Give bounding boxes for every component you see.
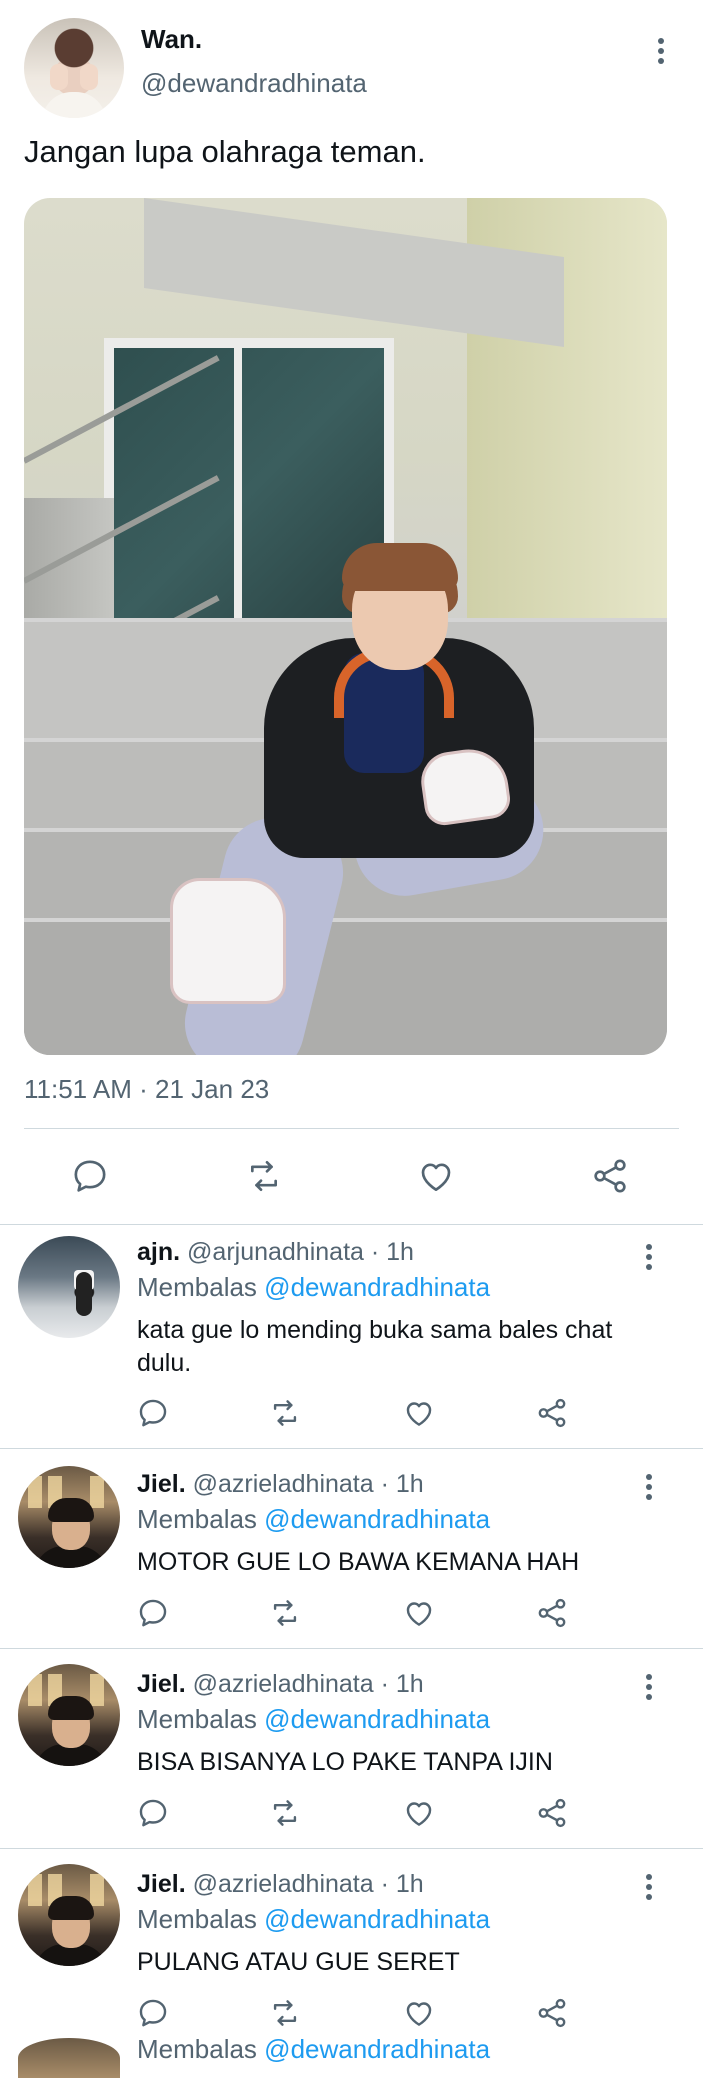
avatar-hand-right (80, 64, 98, 90)
mention-link[interactable]: @dewandradhinata (264, 1272, 490, 1302)
reply-avatar[interactable] (18, 1664, 120, 1766)
replying-to: Membalas @dewandradhinata (137, 2034, 490, 2065)
reply-author[interactable]: Jiel. @azrieladhinata · 1h (137, 1670, 424, 1699)
reply-avatar[interactable] (18, 2038, 120, 2078)
main-tweet: Wan. @dewandradhinata Jangan lupa olahra… (0, 0, 703, 1224)
share-icon[interactable] (535, 1396, 569, 1430)
reply-display-name[interactable]: ajn. (137, 1238, 180, 1266)
reply-display-name[interactable]: Jiel. (137, 1870, 186, 1898)
like-icon[interactable] (402, 1796, 436, 1830)
reply-tweet[interactable]: Jiel. @azrieladhinata · 1h Membalas @dew… (0, 1448, 703, 1648)
like-icon[interactable] (402, 1596, 436, 1630)
reply-tweet[interactable]: Jiel. @azrieladhinata · 1h Membalas @dew… (0, 1648, 703, 1848)
more-icon[interactable] (657, 38, 665, 64)
replying-to-label: Membalas (137, 2034, 257, 2064)
tweet-timestamp[interactable]: 11:51 AM · 21 Jan 23 (24, 1074, 269, 1105)
reply-author[interactable]: Jiel. @azrieladhinata · 1h (137, 1870, 424, 1899)
like-icon[interactable] (402, 1396, 436, 1430)
share-icon[interactable] (535, 1996, 569, 2030)
tweet-thread-page: Wan. @dewandradhinata Jangan lupa olahra… (0, 0, 703, 2078)
reply-icon[interactable] (70, 1156, 110, 1196)
tweet-photo[interactable] (24, 198, 667, 1055)
more-icon[interactable] (645, 1874, 653, 1900)
author-display-name[interactable]: Wan. (141, 24, 202, 55)
like-icon[interactable] (416, 1156, 456, 1196)
replying-to-label: Membalas (137, 1272, 257, 1302)
replying-to: Membalas @dewandradhinata (137, 1904, 490, 1935)
mention-link[interactable]: @dewandradhinata (264, 1504, 490, 1534)
reply-display-name[interactable]: Jiel. (137, 1470, 186, 1498)
reply-meta: @azrieladhinata · 1h (192, 1670, 424, 1698)
reply-icon[interactable] (136, 1796, 170, 1830)
replying-to: Membalas @dewandradhinata (137, 1704, 490, 1735)
reply-display-name[interactable]: Jiel. (137, 1670, 186, 1698)
reply-text: kata gue lo mending buka sama bales chat… (137, 1316, 613, 1377)
divider (24, 1128, 679, 1129)
mention-link[interactable]: @dewandradhinata (264, 2034, 490, 2064)
mention-link[interactable]: @dewandradhinata (264, 1904, 490, 1934)
more-icon[interactable] (645, 1474, 653, 1500)
share-icon[interactable] (535, 1796, 569, 1830)
reply-meta: @arjunadhinata · 1h (187, 1238, 414, 1266)
reply-icon[interactable] (136, 1596, 170, 1630)
main-tweet-actions (0, 1140, 703, 1224)
reply-tweet[interactable]: ajn. @arjunadhinata · 1h Membalas @dewan… (0, 1224, 703, 1448)
more-icon[interactable] (645, 1244, 653, 1270)
reply-avatar[interactable] (18, 1864, 120, 1966)
retweet-icon[interactable] (267, 1796, 303, 1830)
retweet-icon[interactable] (267, 1996, 303, 2030)
replying-to: Membalas @dewandradhinata (137, 1272, 490, 1303)
reply-icon[interactable] (136, 1396, 170, 1430)
reply-author[interactable]: ajn. @arjunadhinata · 1h (137, 1238, 414, 1267)
replying-to-label: Membalas (137, 1904, 257, 1934)
reply-text: MOTOR GUE LO BAWA KEMANA HAH (137, 1548, 580, 1576)
tweet-text: Jangan lupa olahraga teman. (24, 134, 426, 169)
reply-text: PULANG ATAU GUE SERET (137, 1948, 460, 1976)
replying-to-label: Membalas (137, 1504, 257, 1534)
like-icon[interactable] (402, 1996, 436, 2030)
author-handle[interactable]: @dewandradhinata (141, 68, 367, 99)
reply-meta: @azrieladhinata · 1h (192, 1870, 424, 1898)
avatar-hand-left (50, 64, 68, 90)
reply-icon[interactable] (136, 1996, 170, 2030)
mention-link[interactable]: @dewandradhinata (264, 1704, 490, 1734)
replying-to-label: Membalas (137, 1704, 257, 1734)
replying-to: Membalas @dewandradhinata (137, 1504, 490, 1535)
avatar-shirt (42, 92, 106, 118)
author-avatar[interactable] (24, 18, 124, 118)
share-icon[interactable] (535, 1596, 569, 1630)
reply-text: BISA BISANYA LO PAKE TANPA IJIN (137, 1748, 553, 1776)
reply-avatar[interactable] (18, 1466, 120, 1568)
share-icon[interactable] (590, 1156, 630, 1196)
retweet-icon[interactable] (267, 1396, 303, 1430)
retweet-icon[interactable] (243, 1156, 285, 1196)
more-icon[interactable] (645, 1674, 653, 1700)
reply-tweet[interactable]: Jiel. @azrieladhinata · 1h Membalas @dew… (0, 1848, 703, 2048)
reply-meta: @azrieladhinata · 1h (192, 1470, 424, 1498)
reply-author[interactable]: Jiel. @azrieladhinata · 1h (137, 1470, 424, 1499)
reply-avatar[interactable] (18, 1236, 120, 1338)
retweet-icon[interactable] (267, 1596, 303, 1630)
